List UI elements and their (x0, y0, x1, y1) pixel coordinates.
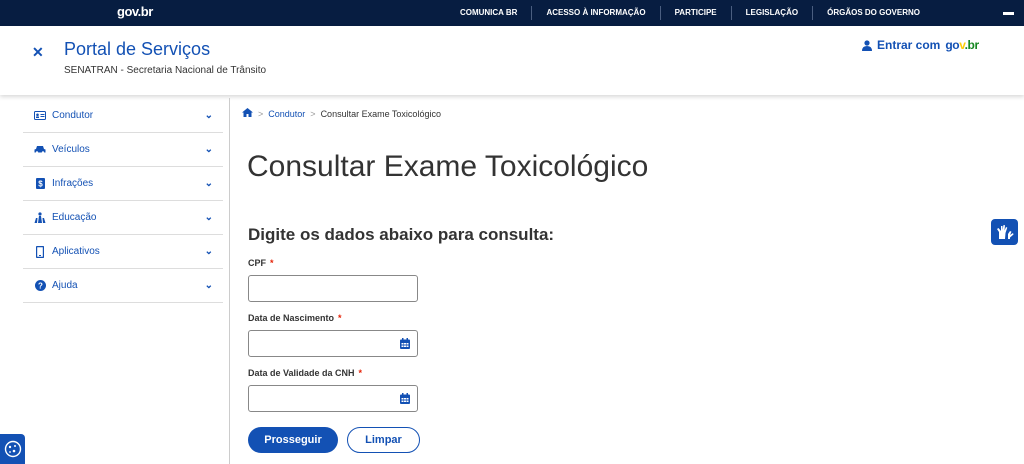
cpf-input[interactable] (248, 275, 418, 302)
cpf-label: CPF * (248, 258, 274, 268)
cnh-validity-input[interactable] (248, 385, 418, 412)
mobile-icon (33, 245, 47, 258)
sidebar-item-veiculos[interactable]: Veículos ⌄ (23, 133, 223, 167)
required-marker: * (358, 368, 363, 378)
user-icon (862, 39, 872, 51)
form-heading: Digite os dados abaixo para consulta: (248, 225, 555, 244)
chevron-down-icon: ⌄ (204, 178, 213, 189)
birth-date-label: Data de Nascimento * (248, 313, 342, 323)
svg-text:?: ? (38, 282, 43, 291)
breadcrumb-current: Consultar Exame Toxicológico (320, 109, 441, 119)
calendar-icon[interactable] (400, 393, 410, 404)
clear-button[interactable]: Limpar (347, 427, 420, 453)
sidebar-item-label: Infrações (52, 178, 94, 189)
login-label: Entrar com (877, 38, 941, 52)
question-icon: ? (33, 280, 47, 291)
cookie-icon (4, 440, 21, 458)
gov-top-bar: gov.br COMUNICA BR ACESSO À INFORMAÇÃO P… (0, 0, 1024, 26)
login-button[interactable]: Entrar com gov.br (862, 38, 979, 52)
chevron-down-icon: ⌄ (204, 280, 213, 291)
sidebar-item-educacao[interactable]: Educação ⌄ (23, 201, 223, 235)
cnh-validity-label: Data de Validade da CNH * (248, 368, 363, 378)
sidebar: Condutor ⌄ Veículos ⌄ $ Infrações ⌄ Educ… (0, 98, 230, 464)
sidebar-item-ajuda[interactable]: ? Ajuda ⌄ (23, 269, 223, 303)
proceed-button[interactable]: Prosseguir (248, 427, 338, 453)
govbr-logo[interactable]: gov.br (117, 4, 153, 19)
nav-link-acesso-informacao[interactable]: ACESSO À INFORMAÇÃO (531, 6, 659, 20)
breadcrumb: > Condutor > Consultar Exame Toxicológic… (242, 108, 441, 120)
required-marker: * (338, 313, 342, 323)
page-title: Consultar Exame Toxicológico (247, 150, 649, 183)
birth-date-input[interactable] (248, 330, 418, 357)
portal-title[interactable]: Portal de Serviços (64, 39, 210, 60)
sidebar-item-condutor[interactable]: Condutor ⌄ (23, 99, 223, 133)
nav-link-legislacao[interactable]: LEGISLAÇÃO (730, 6, 812, 20)
required-marker: * (270, 258, 274, 268)
site-header: ✕ Portal de Serviços SENATRAN - Secretar… (0, 26, 1024, 95)
nav-link-comunica-br[interactable]: COMUNICA BR (446, 6, 531, 20)
id-card-icon (33, 111, 47, 120)
people-icon (33, 212, 47, 223)
collapse-icon[interactable] (1003, 12, 1014, 15)
chevron-down-icon: ⌄ (204, 144, 213, 155)
sidebar-item-aplicativos[interactable]: Aplicativos ⌄ (23, 235, 223, 269)
nav-link-participe[interactable]: PARTICIPE (659, 6, 731, 20)
car-icon (33, 145, 47, 154)
close-menu-icon[interactable]: ✕ (32, 44, 44, 61)
calendar-icon[interactable] (400, 338, 410, 349)
chevron-down-icon: ⌄ (204, 246, 213, 257)
home-icon[interactable] (242, 108, 253, 120)
nav-link-orgaos-governo[interactable]: ÓRGÃOS DO GOVERNO (812, 6, 934, 20)
sidebar-item-label: Aplicativos (52, 246, 100, 257)
sign-language-hands-icon (996, 225, 1013, 239)
breadcrumb-separator-icon: > (258, 109, 264, 119)
chevron-down-icon: ⌄ (204, 110, 213, 121)
vlibras-accessibility-button[interactable] (991, 219, 1018, 245)
sidebar-item-label: Ajuda (52, 280, 78, 291)
govbr-login-logo: gov.br (945, 38, 979, 52)
portal-subtitle: SENATRAN - Secretaria Nacional de Trânsi… (64, 65, 267, 76)
gov-nav: COMUNICA BR ACESSO À INFORMAÇÃO PARTICIP… (446, 0, 934, 26)
svg-text:$: $ (38, 180, 43, 189)
sidebar-item-infracoes[interactable]: $ Infrações ⌄ (23, 167, 223, 201)
ticket-icon: $ (33, 178, 47, 189)
cookie-settings-button[interactable] (0, 434, 25, 464)
breadcrumb-link-condutor[interactable]: Condutor (268, 109, 305, 119)
chevron-down-icon: ⌄ (204, 212, 213, 223)
sidebar-item-label: Educação (52, 212, 97, 223)
sidebar-item-label: Condutor (52, 110, 94, 121)
breadcrumb-separator-icon: > (310, 109, 316, 119)
sidebar-item-label: Veículos (52, 144, 90, 155)
